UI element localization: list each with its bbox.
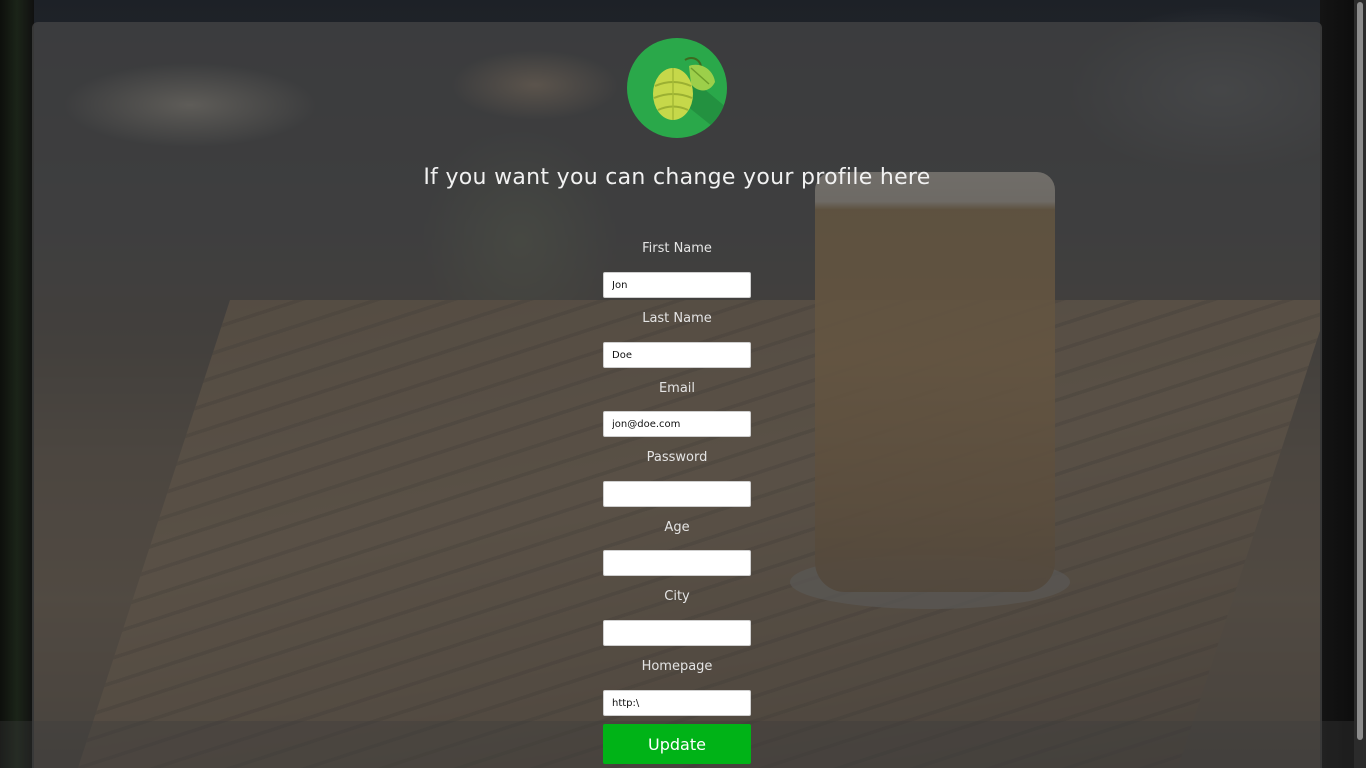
background-left-edge: [0, 0, 34, 768]
last-name-label: Last Name: [642, 311, 712, 326]
email-input[interactable]: [603, 411, 751, 437]
city-input[interactable]: [603, 620, 751, 646]
first-name-input[interactable]: [603, 272, 751, 298]
email-field: Email: [603, 381, 751, 437]
city-label: City: [664, 589, 690, 604]
hop-logo-icon: [627, 38, 727, 138]
first-name-field: First Name: [603, 241, 751, 298]
scrollbar-thumb[interactable]: [1357, 2, 1363, 740]
last-name-field: Last Name: [603, 311, 751, 368]
password-label: Password: [646, 450, 708, 465]
age-field: Age: [603, 520, 751, 576]
age-label: Age: [664, 520, 690, 535]
homepage-field: Homepage: [603, 659, 751, 716]
email-label: Email: [658, 381, 696, 396]
password-field: Password: [603, 450, 751, 507]
homepage-label: Homepage: [641, 659, 713, 674]
age-input[interactable]: [603, 550, 751, 576]
update-button[interactable]: Update: [603, 724, 751, 764]
page-scrollbar[interactable]: [1354, 0, 1366, 768]
city-field: City: [603, 589, 751, 646]
first-name-label: First Name: [642, 241, 712, 256]
homepage-input[interactable]: [603, 690, 751, 716]
password-input[interactable]: [603, 481, 751, 507]
last-name-input[interactable]: [603, 342, 751, 368]
page-title: If you want you can change your profile …: [423, 165, 931, 190]
